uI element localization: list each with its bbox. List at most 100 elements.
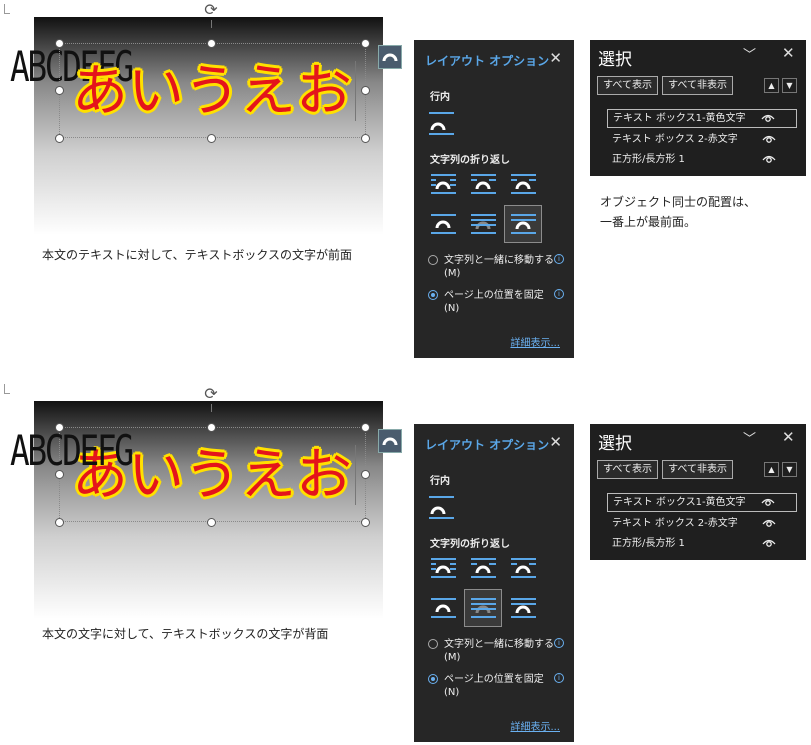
body-text: 本文のテキストに対して、テキストボックスの文字が前面 — [42, 248, 352, 262]
resize-handle[interactable] — [55, 86, 64, 95]
selection-item[interactable]: テキスト ボックス1-黄色文字 — [607, 493, 797, 512]
bring-forward-icon[interactable]: ▲ — [764, 78, 779, 93]
info-icon[interactable]: i — [554, 254, 564, 264]
layout-panel-title: レイアウト オプション — [425, 438, 550, 452]
radio-fix-label: ページ上の位置を固定(N) — [444, 674, 544, 698]
eye-icon[interactable] — [761, 517, 777, 529]
eye-icon[interactable] — [760, 496, 776, 508]
resize-handle[interactable] — [55, 39, 64, 48]
section-behind: あいうえお ABCDEFG ⟳ 本文の文字に対して、テキストボックスの文字が背面… — [0, 384, 811, 745]
info-icon[interactable]: i — [554, 638, 564, 648]
resize-handle[interactable] — [207, 39, 216, 48]
hide-all-button[interactable]: すべて非表示 — [662, 76, 733, 95]
wrap-square-icon[interactable] — [427, 552, 459, 584]
show-more-link[interactable]: 詳細表示... — [510, 718, 560, 733]
info-icon[interactable]: i — [554, 673, 564, 683]
info-icon[interactable]: i — [554, 289, 564, 299]
resize-handle[interactable] — [361, 518, 370, 527]
wrap-top-bottom-icon[interactable] — [427, 592, 459, 624]
resize-handle[interactable] — [55, 518, 64, 527]
chevron-down-icon[interactable]: ﹀ — [743, 428, 756, 447]
resize-handle[interactable] — [361, 39, 370, 48]
body-text: 本文の文字に対して、テキストボックスの文字が背面 — [42, 627, 329, 641]
wrap-behind-text-icon[interactable] — [467, 208, 499, 240]
resize-handle[interactable] — [361, 86, 370, 95]
inline-heading: 行内 — [430, 92, 450, 103]
wrap-top-bottom-icon[interactable] — [427, 208, 459, 240]
wrap-through-icon[interactable] — [507, 552, 539, 584]
selection-item[interactable]: テキスト ボックス1-黄色文字 — [607, 109, 797, 128]
wrap-in-front-icon[interactable] — [504, 205, 542, 243]
close-icon[interactable]: ✕ — [549, 49, 562, 67]
eye-icon[interactable] — [761, 153, 777, 165]
hide-all-button[interactable]: すべて非表示 — [662, 460, 733, 479]
eye-icon[interactable] — [760, 112, 776, 124]
wrap-inline-icon[interactable] — [425, 108, 457, 140]
close-icon[interactable]: ✕ — [549, 433, 562, 451]
resize-handle[interactable] — [55, 470, 64, 479]
resize-handle[interactable] — [207, 518, 216, 527]
wrap-inline-icon[interactable] — [425, 492, 457, 524]
resize-handle[interactable] — [207, 134, 216, 143]
radio-button[interactable] — [428, 639, 438, 649]
selection-item-label: テキスト ボックス 2-赤文字 — [612, 518, 738, 529]
rotate-handle-line — [211, 20, 212, 28]
eye-icon[interactable] — [761, 133, 777, 145]
layout-options-panel: レイアウト オプション ✕ 行内 文字列の折り返し 文字列と一緒に移動する(M)… — [414, 424, 574, 742]
layout-options-button[interactable] — [378, 429, 402, 453]
radio-button-selected[interactable] — [428, 290, 438, 300]
radio-fix-position[interactable]: ページ上の位置を固定(N) i — [428, 289, 573, 317]
wrap-tight-icon[interactable] — [467, 552, 499, 584]
selection-pane: 選択 ﹀ ✕ すべて表示 すべて非表示 ▲ ▼ テキスト ボックス1-黄色文字 … — [590, 40, 806, 176]
selection-item[interactable]: 正方形/長方形 1 — [607, 535, 797, 554]
rotate-handle-icon[interactable]: ⟳ — [202, 1, 220, 19]
resize-handle[interactable] — [361, 423, 370, 432]
resize-handle[interactable] — [361, 470, 370, 479]
send-backward-icon[interactable]: ▼ — [782, 462, 797, 477]
show-more-link[interactable]: 詳細表示... — [510, 334, 560, 349]
wrap-through-icon[interactable] — [507, 168, 539, 200]
chevron-down-icon[interactable]: ﹀ — [743, 44, 756, 63]
close-icon[interactable]: ✕ — [782, 44, 795, 62]
resize-handle[interactable] — [361, 134, 370, 143]
radio-fix-position[interactable]: ページ上の位置を固定(N) i — [428, 673, 573, 701]
selection-pane-title: 選択 — [598, 434, 632, 454]
layout-panel-title: レイアウト オプション — [425, 54, 550, 68]
eye-icon[interactable] — [761, 537, 777, 549]
layout-options-button[interactable] — [378, 45, 402, 69]
resize-handle[interactable] — [55, 423, 64, 432]
selection-pane: 選択 ﹀ ✕ すべて表示 すべて非表示 ▲ ▼ テキスト ボックス1-黄色文字 … — [590, 424, 806, 560]
wrap-icon — [382, 53, 398, 62]
close-icon[interactable]: ✕ — [782, 428, 795, 446]
selection-item-label: テキスト ボックス 2-赤文字 — [612, 134, 738, 145]
wrap-tight-icon[interactable] — [467, 168, 499, 200]
send-backward-icon[interactable]: ▼ — [782, 78, 797, 93]
bring-forward-icon[interactable]: ▲ — [764, 462, 779, 477]
wrap-in-front-icon[interactable] — [507, 592, 539, 624]
resize-handle[interactable] — [55, 134, 64, 143]
resize-handle[interactable] — [207, 423, 216, 432]
selection-item-label: テキスト ボックス1-黄色文字 — [613, 113, 746, 124]
paragraph-mark — [4, 384, 10, 394]
wrap-square-icon[interactable] — [427, 168, 459, 200]
selection-pane-title: 選択 — [598, 50, 632, 70]
radio-fix-label: ページ上の位置を固定(N) — [444, 290, 544, 314]
rotate-handle-icon[interactable]: ⟳ — [202, 385, 220, 403]
selection-item-label: テキスト ボックス1-黄色文字 — [613, 497, 746, 508]
radio-move-with-text[interactable]: 文字列と一緒に移動する(M) i — [428, 254, 573, 282]
selection-item[interactable]: 正方形/長方形 1 — [607, 151, 797, 170]
selection-item-label: 正方形/長方形 1 — [612, 538, 685, 549]
note-line: オブジェクト同士の配置は、 — [600, 195, 757, 209]
selection-item[interactable]: テキスト ボックス 2-赤文字 — [607, 515, 797, 534]
radio-move-label: 文字列と一緒に移動する(M) — [444, 639, 554, 663]
radio-button-selected[interactable] — [428, 674, 438, 684]
show-all-button[interactable]: すべて表示 — [597, 460, 658, 479]
radio-button[interactable] — [428, 255, 438, 265]
radio-move-label: 文字列と一緒に移動する(M) — [444, 255, 554, 279]
radio-move-with-text[interactable]: 文字列と一緒に移動する(M) i — [428, 638, 573, 666]
selection-item[interactable]: テキスト ボックス 2-赤文字 — [607, 131, 797, 150]
show-all-button[interactable]: すべて表示 — [597, 76, 658, 95]
text-art-aiueo[interactable]: あいうえお — [72, 64, 352, 120]
wrap-behind-text-icon[interactable] — [464, 589, 502, 627]
text-art-abc[interactable]: ABCDEFG — [10, 430, 134, 472]
